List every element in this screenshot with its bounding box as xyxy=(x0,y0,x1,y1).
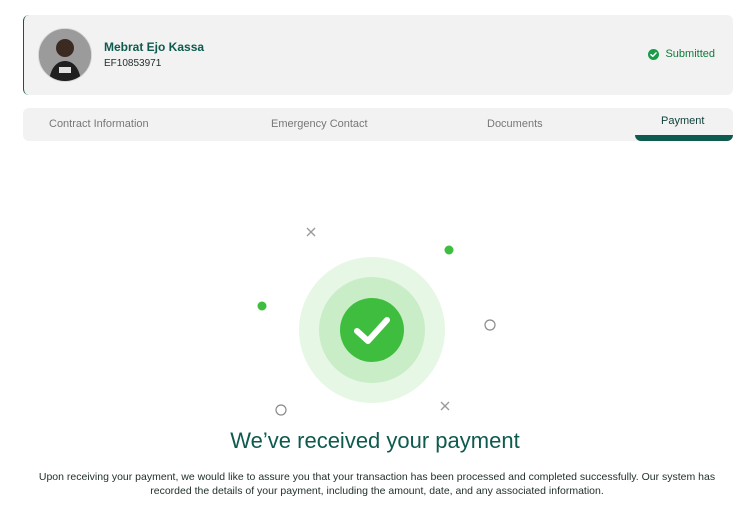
profile-card: Mebrat Ejo Kassa EF10853971 Submitted xyxy=(23,15,733,95)
tab-documents[interactable]: Documents xyxy=(487,118,543,130)
confirmation-title: We’ve received your payment xyxy=(230,428,520,453)
avatar xyxy=(38,28,92,82)
circle-outline-icon xyxy=(484,319,496,331)
avatar-photo xyxy=(39,29,91,81)
confirmation-message: Upon receiving your payment, we would li… xyxy=(38,471,716,497)
tab-bar: Contract Information Emergency Contact D… xyxy=(23,108,733,141)
tab-emergency-contact[interactable]: Emergency Contact xyxy=(271,118,368,130)
close-icon xyxy=(306,227,316,237)
close-icon xyxy=(440,401,450,411)
dot-icon xyxy=(257,301,267,311)
circle-outline-icon xyxy=(275,404,287,416)
success-check-icon xyxy=(340,298,404,362)
tab-contract-information[interactable]: Contract Information xyxy=(49,118,149,130)
success-illustration xyxy=(0,220,750,420)
check-circle-icon xyxy=(648,48,660,60)
profile-name: Mebrat Ejo Kassa xyxy=(104,40,205,54)
status-label: Submitted xyxy=(665,48,715,60)
employee-id: EF10853971 xyxy=(104,58,162,69)
dot-icon xyxy=(444,245,454,255)
status-badge: Submitted xyxy=(648,48,715,60)
active-tab-indicator xyxy=(635,135,733,141)
tab-payment[interactable]: Payment xyxy=(661,115,704,127)
